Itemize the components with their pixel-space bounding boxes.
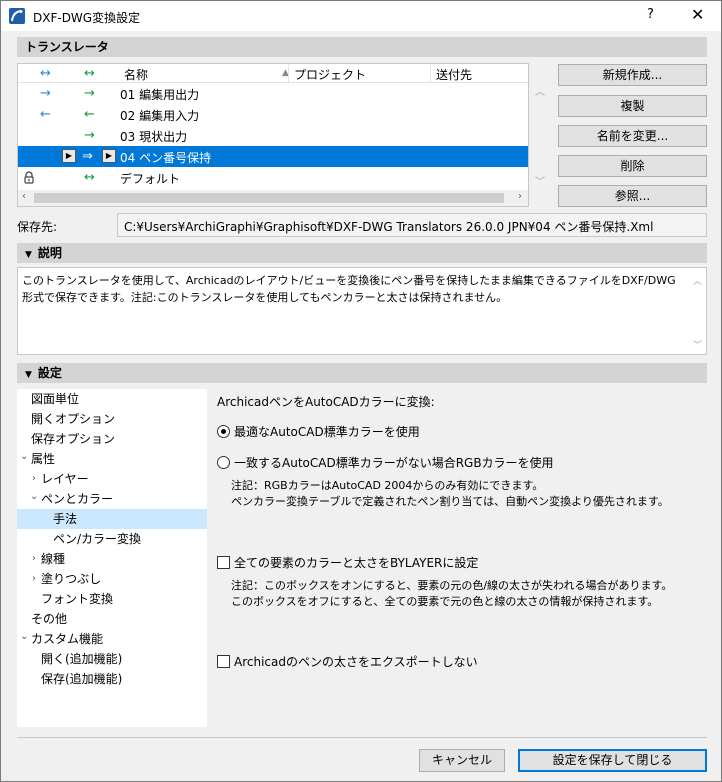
translator-row[interactable]: ← ← 02 編集用入力 xyxy=(18,104,528,125)
tree-item-fills[interactable]: › 塗りつぶし xyxy=(17,569,207,589)
translator-row[interactable]: → 03 現状出力 xyxy=(18,125,528,146)
save-location-path: C:¥Users¥ArchiGraphi¥Graphisoft¥DXF-DWG … xyxy=(117,213,707,237)
scroll-up-icon[interactable]: ︿ xyxy=(535,83,545,98)
import-arrow-icon: ← xyxy=(40,107,51,122)
rgb-note-line2: ペンカラー変換テーブルで定義されたペン割り当ては、自動ペン変換より優先されます。 xyxy=(231,495,669,508)
checkbox-no-pen-weight[interactable]: Archicadのペンの太さをエクスポートしない xyxy=(217,653,478,670)
import-export-arrow-icon: ↔ xyxy=(84,170,95,185)
translator-name: 04 ペン番号保持 xyxy=(120,151,212,165)
help-button[interactable]: ? xyxy=(647,7,654,22)
collapse-caret-icon: ▼ xyxy=(25,370,32,380)
tree-item-drawing-units[interactable]: 図面単位 xyxy=(17,389,207,409)
translator-section-header: トランスレータ xyxy=(17,37,707,57)
description-section-header[interactable]: ▼ 説明 xyxy=(17,243,707,263)
cancel-button[interactable]: キャンセル xyxy=(419,749,505,772)
save-and-close-button[interactable]: 設定を保存して閉じる xyxy=(518,749,707,772)
translator-name: 03 現状出力 xyxy=(120,130,188,144)
conversion-method-title: ArchicadペンをAutoCADカラーに変換: xyxy=(217,395,435,409)
chevron-right-icon[interactable]: › xyxy=(32,549,36,569)
checkbox-unchecked[interactable] xyxy=(217,556,230,569)
duplicate-button[interactable]: 複製 xyxy=(558,95,707,117)
checkbox-bylayer[interactable]: 全ての要素のカラーと太さをBYLAYERに設定 xyxy=(217,554,478,571)
tree-item-font-conversion[interactable]: フォント変換 xyxy=(17,589,207,609)
bylayer-note-line2: このボックスをオフにすると、全ての要素で元の色と線の太さの情報が保持されます。 xyxy=(231,595,659,608)
translator-name: 01 編集用出力 xyxy=(120,88,200,102)
translator-list[interactable]: ↔ ↔ 名称 ▲ プロジェクト 送付先 → → 01 編集用出力 ← ← 02 … xyxy=(17,63,529,207)
column-name[interactable]: 名称 xyxy=(124,66,148,83)
save-location-label: 保存先: xyxy=(17,220,58,234)
browse-button[interactable]: 参照... xyxy=(558,185,707,207)
scroll-up-icon[interactable]: ︿ xyxy=(693,274,702,291)
rename-button[interactable]: 名前を変更... xyxy=(558,125,707,147)
export-arrow-icon: ⇒ xyxy=(82,149,93,164)
translator-row-selected[interactable]: ▶ ⇒ ▶ 04 ペン番号保持 xyxy=(18,146,528,167)
scroll-left-icon[interactable]: ‹ xyxy=(22,191,26,202)
radio-rgb-color[interactable]: 一致するAutoCAD標準カラーがない場合RGBカラーを使用 xyxy=(217,454,554,471)
export-arrow-icon: ← xyxy=(84,107,95,122)
description-textarea[interactable]: このトランスレータを使用して、Archicadのレイアウト/ビューを変換後にペン… xyxy=(17,267,707,355)
chevron-right-icon[interactable]: › xyxy=(32,569,36,589)
scroll-down-icon[interactable]: ﹀ xyxy=(693,338,702,355)
horizontal-scrollbar[interactable]: ‹ › xyxy=(17,190,529,207)
tree-item-line-types[interactable]: › 線種 xyxy=(17,549,207,569)
play-icon[interactable]: ▶ xyxy=(62,149,76,163)
tree-item-method[interactable]: 手法 xyxy=(17,509,207,529)
radio-checked[interactable] xyxy=(217,425,230,438)
column-project[interactable]: プロジェクト xyxy=(294,66,366,83)
new-translator-button[interactable]: 新規作成... xyxy=(558,64,707,86)
delete-button[interactable]: 削除 xyxy=(558,155,707,177)
export-arrow-icon: → xyxy=(84,86,95,101)
translator-row[interactable]: ↔ デフォルト xyxy=(18,167,528,188)
export-arrow-icon: → xyxy=(84,128,95,143)
translator-name: デフォルト xyxy=(120,172,181,186)
dialog-window: DXF-DWG変換設定 ? ✕ トランスレータ ↔ ↔ 名称 ▲ プロジェクト … xyxy=(0,0,722,782)
radio-best-autocad-color[interactable]: 最適なAutoCAD標準カラーを使用 xyxy=(217,423,420,440)
settings-tree[interactable]: 図面単位 開くオプション 保存オプション ⌄ 属性 › レイヤー ⌄ ペンとカラ… xyxy=(17,389,207,727)
title-bar: DXF-DWG変換設定 ? ✕ xyxy=(1,1,721,31)
chevron-down-icon[interactable]: ⌄ xyxy=(30,487,38,507)
tree-item-pens-colors[interactable]: ⌄ ペンとカラー xyxy=(17,489,207,509)
tree-item-layers[interactable]: › レイヤー xyxy=(17,469,207,489)
settings-section-header[interactable]: ▼ 設定 xyxy=(17,363,707,383)
rgb-note-line1: 注記：RGBカラーはAutoCAD 2004からのみ有効にできます。 xyxy=(231,479,544,492)
header-in-arrow-icon: ↔ xyxy=(40,66,51,81)
translator-name: 02 編集用入力 xyxy=(120,109,200,123)
collapse-caret-icon: ▼ xyxy=(25,250,32,260)
radio-unchecked[interactable] xyxy=(217,456,230,469)
tree-item-attributes[interactable]: ⌄ 属性 xyxy=(17,449,207,469)
scroll-right-icon[interactable]: › xyxy=(518,191,522,202)
translator-list-header: ↔ ↔ 名称 ▲ プロジェクト 送付先 xyxy=(18,64,528,83)
chevron-right-icon[interactable]: › xyxy=(32,469,36,489)
lock-icon xyxy=(24,171,34,184)
archicad-app-icon xyxy=(9,8,25,24)
tree-item-save-options[interactable]: 保存オプション xyxy=(17,429,207,449)
window-title: DXF-DWG変換設定 xyxy=(33,11,141,25)
divider xyxy=(17,737,707,738)
column-send-to[interactable]: 送付先 xyxy=(436,66,472,83)
close-icon[interactable]: ✕ xyxy=(691,5,704,24)
play-icon[interactable]: ▶ xyxy=(102,149,116,163)
translator-row[interactable]: → → 01 編集用出力 xyxy=(18,83,528,104)
tree-item-other[interactable]: その他 xyxy=(17,609,207,629)
checkbox-unchecked[interactable] xyxy=(217,655,230,668)
tree-item-save-addon[interactable]: 保存(追加機能) xyxy=(17,669,207,689)
bylayer-note-line1: 注記：このボックスをオンにすると、要素の元の色/線の太さが失われる場合があります… xyxy=(231,579,673,592)
chevron-down-icon[interactable]: ⌄ xyxy=(20,447,28,467)
header-out-arrow-icon: ↔ xyxy=(84,66,95,81)
import-arrow-icon: → xyxy=(40,86,51,101)
scroll-thumb[interactable] xyxy=(34,193,504,203)
tree-item-open-options[interactable]: 開くオプション xyxy=(17,409,207,429)
scroll-down-icon[interactable]: ﹀ xyxy=(535,173,545,188)
tree-item-custom-features[interactable]: ⌄ カスタム機能 xyxy=(17,629,207,649)
chevron-down-icon[interactable]: ⌄ xyxy=(20,627,28,647)
tree-item-open-addon[interactable]: 開く(追加機能) xyxy=(17,649,207,669)
tree-item-pen-color-conversion[interactable]: ペン/カラー変換 xyxy=(17,529,207,549)
